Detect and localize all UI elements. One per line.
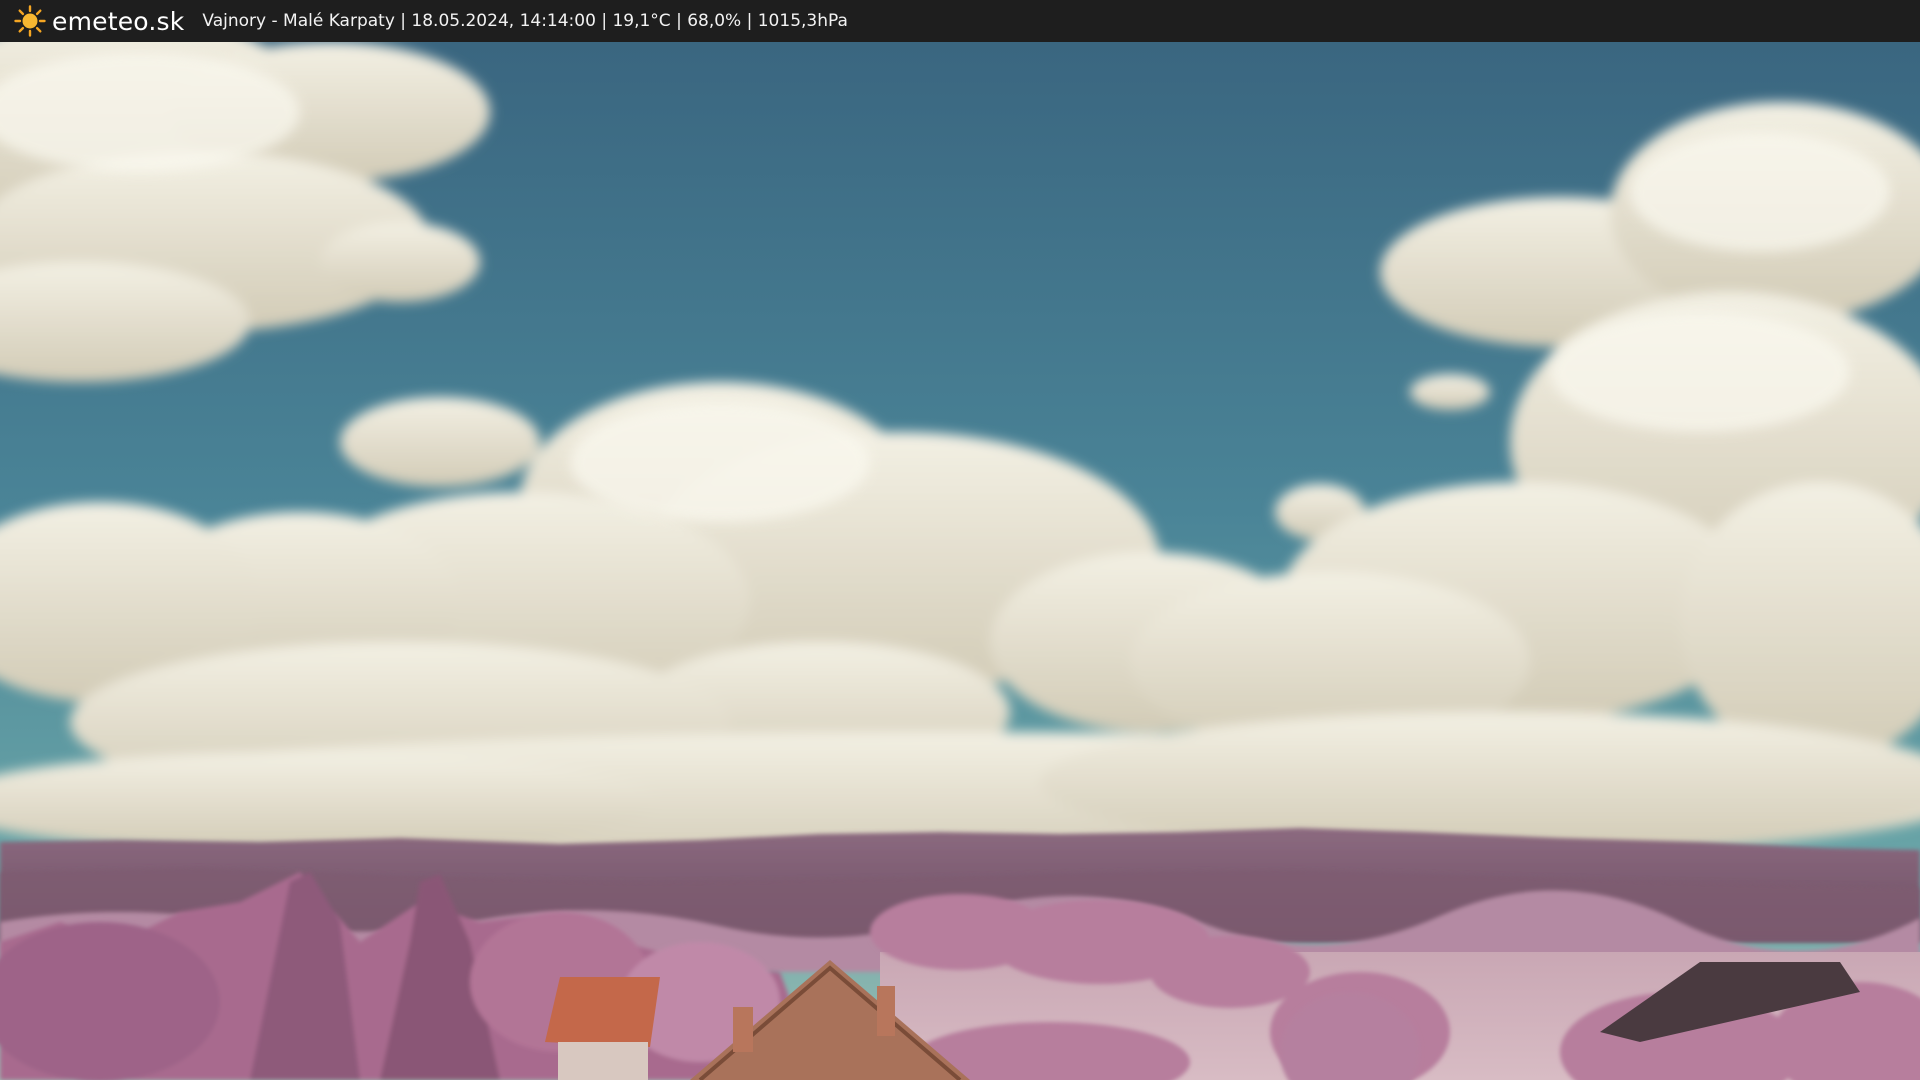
webcam-image	[0, 42, 1920, 1080]
sun-icon	[14, 5, 46, 37]
station-info: Vajnory - Malé Karpaty | 18.05.2024, 14:…	[202, 11, 848, 31]
site-logo-text[interactable]: emeteo.sk	[52, 7, 184, 36]
top-bar: emeteo.sk Vajnory - Malé Karpaty | 18.05…	[0, 0, 1920, 42]
